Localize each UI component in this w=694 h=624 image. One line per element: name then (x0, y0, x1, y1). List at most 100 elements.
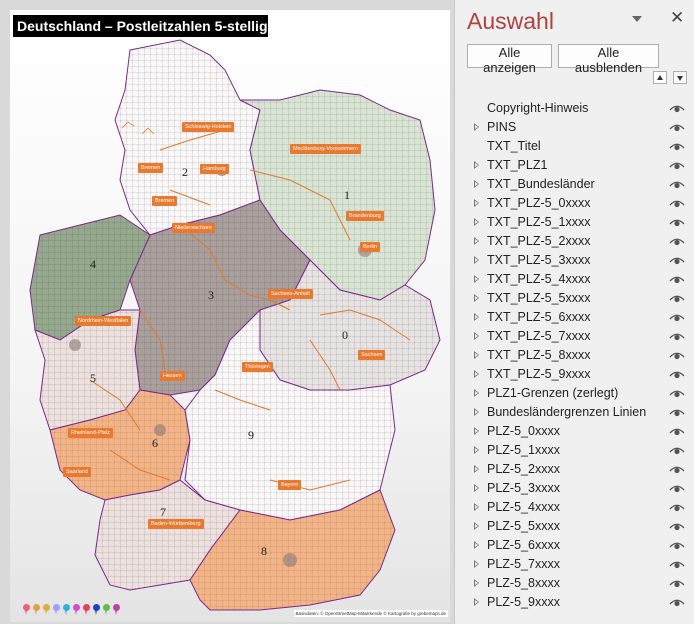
eye-icon[interactable] (669, 180, 685, 189)
expand-caret-icon[interactable] (474, 427, 479, 435)
layer-item[interactable]: PLZ-5_1xxxx (455, 441, 694, 460)
eye-icon[interactable] (669, 123, 685, 132)
eye-icon[interactable] (669, 256, 685, 265)
eye-icon[interactable] (669, 237, 685, 246)
expand-caret-icon[interactable] (474, 313, 479, 321)
layer-item[interactable]: TXT_PLZ-5_3xxxx (455, 251, 694, 270)
layer-item[interactable]: TXT_PLZ-5_7xxxx (455, 327, 694, 346)
layer-item[interactable]: PLZ-5_7xxxx (455, 555, 694, 574)
expand-caret-icon[interactable] (474, 560, 479, 568)
close-icon[interactable]: ✕ (670, 9, 684, 27)
layer-label: TXT_PLZ-5_3xxxx (487, 253, 591, 267)
eye-icon[interactable] (669, 389, 685, 398)
eye-icon[interactable] (669, 142, 685, 151)
eye-icon[interactable] (669, 161, 685, 170)
expand-caret-icon[interactable] (474, 275, 479, 283)
layer-item[interactable]: Copyright-Hinweis (455, 99, 694, 118)
layer-item[interactable]: TXT_PLZ-5_6xxxx (455, 308, 694, 327)
eye-icon[interactable] (669, 408, 685, 417)
expand-caret-icon[interactable] (474, 484, 479, 492)
layer-label: PLZ-5_8xxxx (487, 576, 560, 590)
eye-icon[interactable] (669, 522, 685, 531)
pane-title: Auswahl (467, 8, 554, 34)
show-all-button[interactable]: Alle anzeigen (467, 44, 552, 75)
send-backward-button[interactable] (673, 71, 687, 84)
hide-all-button[interactable]: Alle ausblenden (558, 44, 659, 75)
expand-caret-icon[interactable] (474, 199, 479, 207)
eye-icon[interactable] (669, 104, 685, 113)
layer-item[interactable]: TXT_PLZ1 (455, 156, 694, 175)
expand-caret-icon[interactable] (474, 503, 479, 511)
eye-icon[interactable] (669, 484, 685, 493)
layer-item[interactable]: PLZ-5_6xxxx (455, 536, 694, 555)
layer-item[interactable]: TXT_Titel (455, 137, 694, 156)
eye-icon[interactable] (669, 218, 685, 227)
state-label: Sachsen (358, 350, 386, 360)
expand-caret-icon[interactable] (474, 123, 479, 131)
layer-label: TXT_PLZ-5_1xxxx (487, 215, 591, 229)
expand-caret-icon[interactable] (474, 351, 479, 359)
eye-icon[interactable] (669, 579, 685, 588)
expand-caret-icon[interactable] (474, 408, 479, 416)
expand-caret-icon[interactable] (474, 294, 479, 302)
expand-caret-icon[interactable] (474, 218, 479, 226)
expand-caret-icon[interactable] (474, 237, 479, 245)
layer-item[interactable]: PLZ-5_8xxxx (455, 574, 694, 593)
layer-item[interactable]: TXT_PLZ-5_4xxxx (455, 270, 694, 289)
expand-caret-icon[interactable] (474, 161, 479, 169)
layer-item[interactable]: PLZ-5_2xxxx (455, 460, 694, 479)
layer-item[interactable]: PLZ-5_0xxxx (455, 422, 694, 441)
layer-item[interactable]: PINS (455, 118, 694, 137)
expand-caret-icon[interactable] (474, 389, 479, 397)
state-label: Mecklenburg-Vorpommern (290, 144, 361, 154)
layer-item[interactable]: PLZ-5_5xxxx (455, 517, 694, 536)
layer-label: PLZ-5_2xxxx (487, 462, 560, 476)
eye-icon[interactable] (669, 199, 685, 208)
eye-icon[interactable] (669, 598, 685, 607)
eye-icon[interactable] (669, 275, 685, 284)
state-label: Bremen (152, 196, 178, 206)
copyright-notice[interactable]: Basisdaten: © OpenStreetMap-Mitwirkende … (293, 610, 448, 617)
layer-item[interactable]: PLZ-5_4xxxx (455, 498, 694, 517)
layer-item[interactable]: TXT_PLZ-5_9xxxx (455, 365, 694, 384)
eye-icon[interactable] (669, 294, 685, 303)
layer-item[interactable]: TXT_PLZ-5_8xxxx (455, 346, 694, 365)
eye-icon[interactable] (669, 313, 685, 322)
layer-item[interactable]: TXT_PLZ-5_1xxxx (455, 213, 694, 232)
eye-icon[interactable] (669, 427, 685, 436)
layer-label: TXT_PLZ-5_6xxxx (487, 310, 591, 324)
eye-icon[interactable] (669, 446, 685, 455)
layer-item[interactable]: Bundesländergrenzen Linien (455, 403, 694, 422)
eye-icon[interactable] (669, 370, 685, 379)
eye-icon[interactable] (669, 560, 685, 569)
layer-item[interactable]: TXT_PLZ-5_5xxxx (455, 289, 694, 308)
state-label: Sachsen-Anhalt (268, 289, 313, 299)
expand-caret-icon[interactable] (474, 541, 479, 549)
expand-caret-icon[interactable] (474, 579, 479, 587)
layer-item[interactable]: TXT_PLZ-5_0xxxx (455, 194, 694, 213)
expand-caret-icon[interactable] (474, 256, 479, 264)
eye-icon[interactable] (669, 351, 685, 360)
zone-digit: 1 (344, 188, 350, 202)
expand-caret-icon[interactable] (474, 446, 479, 454)
layer-item[interactable]: PLZ1-Grenzen (zerlegt) (455, 384, 694, 403)
layer-item[interactable]: TXT_PLZ-5_2xxxx (455, 232, 694, 251)
expand-caret-icon[interactable] (474, 465, 479, 473)
expand-caret-icon[interactable] (474, 598, 479, 606)
eye-icon[interactable] (669, 541, 685, 550)
expand-caret-icon[interactable] (474, 522, 479, 530)
layer-item[interactable]: PLZ-5_3xxxx (455, 479, 694, 498)
state-label: Bremen (138, 163, 164, 173)
expand-caret-icon[interactable] (474, 180, 479, 188)
expand-caret-icon[interactable] (474, 370, 479, 378)
layer-item[interactable]: PLZ-5_9xxxx (455, 593, 694, 612)
map-title[interactable]: Deutschland – Postleitzahlen 5-stellig (13, 15, 268, 37)
eye-icon[interactable] (669, 465, 685, 474)
slide-canvas[interactable]: Deutschland – Postleitzahlen 5-stellig 0… (10, 10, 450, 622)
eye-icon[interactable] (669, 503, 685, 512)
layer-item[interactable]: TXT_Bundesländer (455, 175, 694, 194)
expand-caret-icon[interactable] (474, 332, 479, 340)
bring-forward-button[interactable] (653, 71, 667, 84)
eye-icon[interactable] (669, 332, 685, 341)
chevron-down-icon[interactable] (631, 14, 643, 24)
